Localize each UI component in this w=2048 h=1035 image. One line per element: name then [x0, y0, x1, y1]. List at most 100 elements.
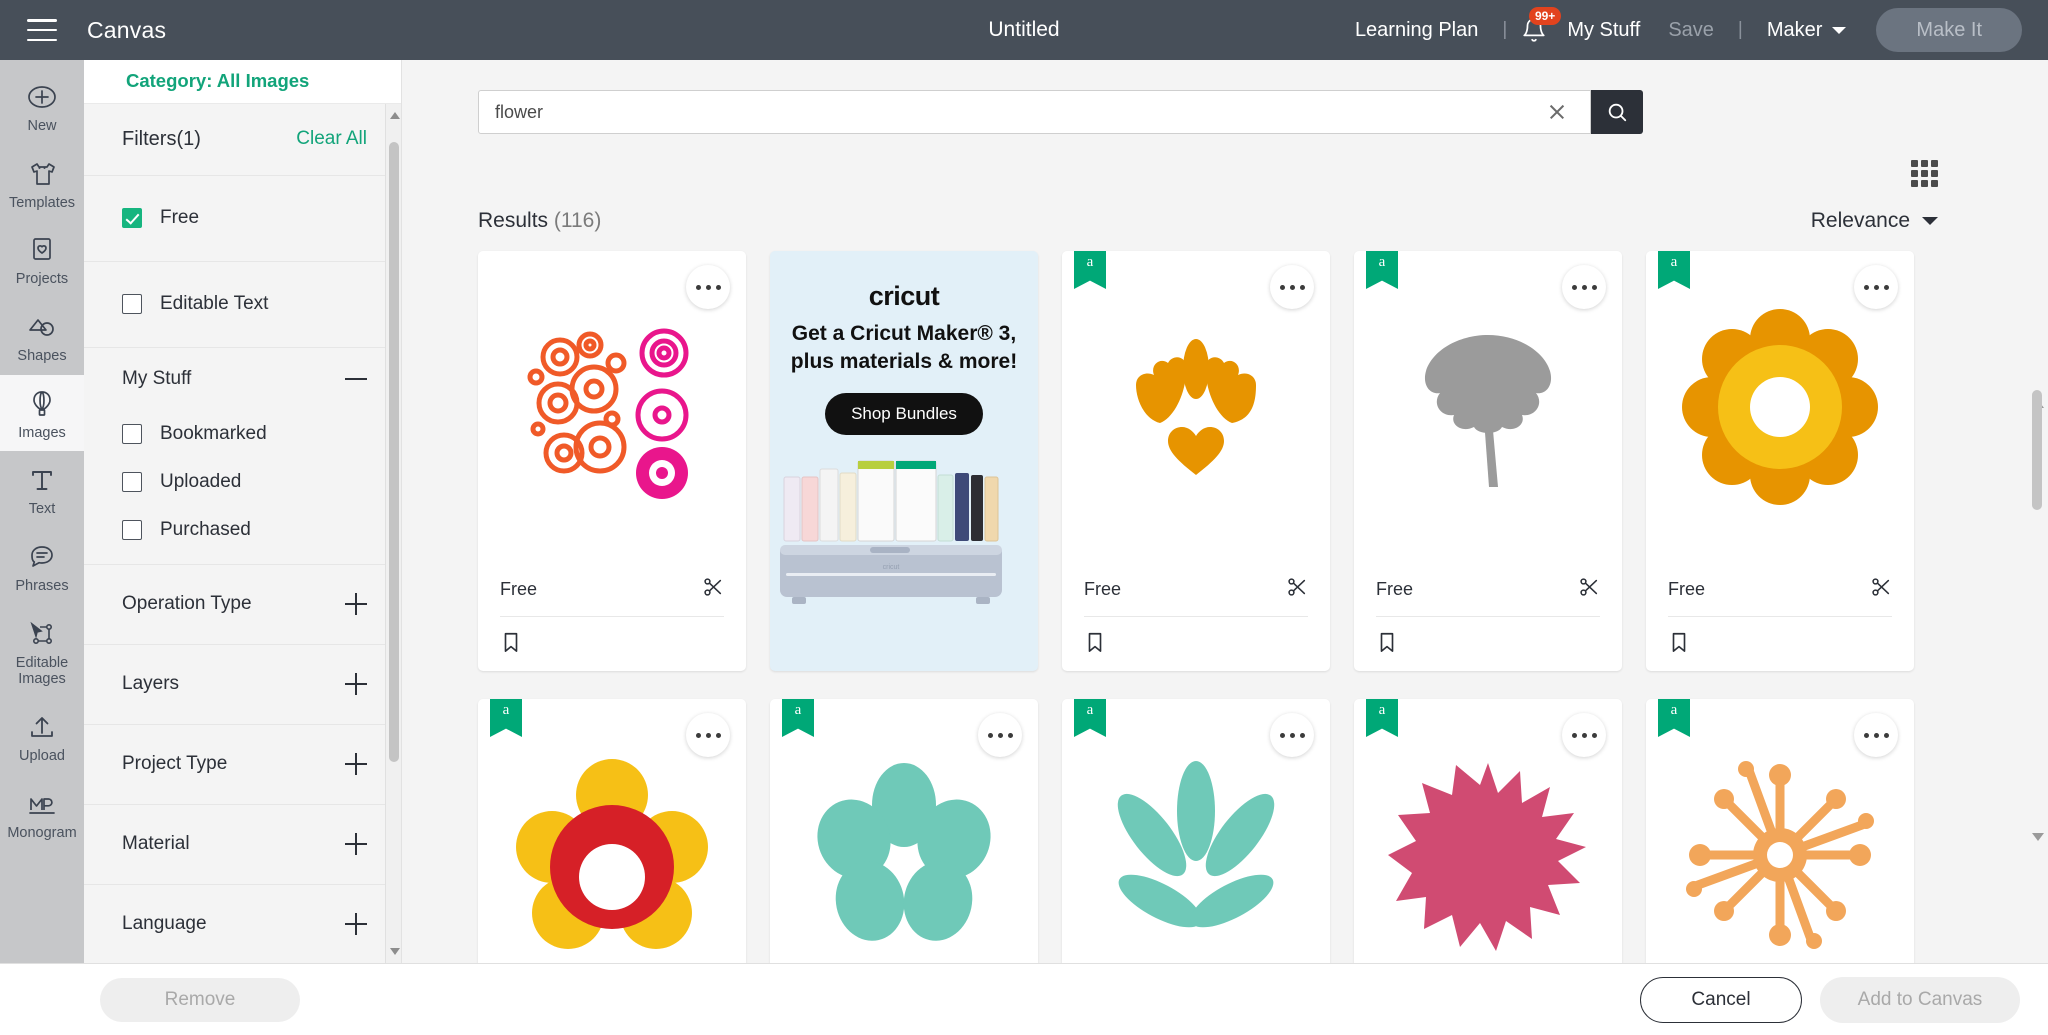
- bookmark-icon[interactable]: [1084, 630, 1106, 659]
- filter-section-operation-type[interactable]: Operation Type: [84, 564, 401, 645]
- minus-icon[interactable]: [345, 368, 367, 390]
- my-stuff-link[interactable]: My Stuff: [1553, 19, 1654, 42]
- filter-section-material[interactable]: Material: [84, 804, 401, 885]
- result-card[interactable]: a Free: [1354, 699, 1622, 963]
- cancel-button[interactable]: Cancel: [1640, 976, 1802, 1023]
- plus-icon[interactable]: [345, 913, 367, 936]
- checkbox-bookmarked[interactable]: [122, 423, 142, 444]
- card-image[interactable]: [478, 251, 746, 563]
- result-card[interactable]: a: [1062, 699, 1330, 963]
- sidebar-item-upload[interactable]: Upload: [0, 698, 84, 775]
- my-stuff-section-header[interactable]: My Stuff: [84, 348, 401, 410]
- filter-section-language[interactable]: Language: [84, 884, 401, 963]
- card-image[interactable]: a: [1646, 699, 1914, 963]
- checkbox-editable-text[interactable]: [122, 294, 142, 315]
- scroll-up-arrow-icon[interactable]: [390, 112, 400, 119]
- card-more-options-icon[interactable]: [1854, 265, 1898, 309]
- bookmark-icon[interactable]: [1376, 630, 1398, 659]
- card-image[interactable]: a: [1354, 251, 1622, 563]
- filter-section-project-type[interactable]: Project Type: [84, 724, 401, 805]
- make-it-button[interactable]: Make It: [1876, 8, 2022, 52]
- sidebar-item-projects[interactable]: Projects: [0, 221, 84, 298]
- card-more-options-icon[interactable]: [1562, 713, 1606, 757]
- sidebar-item-images[interactable]: Images: [0, 374, 84, 452]
- card-image[interactable]: a: [1062, 699, 1330, 963]
- card-image[interactable]: a: [770, 699, 1038, 963]
- card-more-options-icon[interactable]: [686, 713, 730, 757]
- shop-bundles-button[interactable]: Shop Bundles: [825, 392, 983, 435]
- teal-clover-art: [817, 763, 991, 941]
- grid-view-icon[interactable]: [1911, 160, 1938, 187]
- search-row: flower: [402, 90, 2048, 134]
- bookmark-icon[interactable]: [500, 630, 522, 659]
- card-price: Free: [1668, 579, 1706, 599]
- card-more-options-icon[interactable]: [1854, 713, 1898, 757]
- plus-icon[interactable]: [345, 673, 367, 696]
- results-scroll-down-arrow-icon[interactable]: [2032, 833, 2044, 841]
- result-card[interactable]: a: [478, 699, 746, 963]
- result-card[interactable]: a: [1646, 699, 1914, 963]
- sidebar-item-phrases[interactable]: Phrases: [0, 528, 84, 605]
- checkbox-uploaded[interactable]: [122, 471, 142, 492]
- filter-purchased[interactable]: Purchased: [84, 505, 401, 554]
- search-input[interactable]: flower: [478, 90, 1591, 134]
- category-label[interactable]: Category: All Images: [84, 60, 401, 104]
- add-to-canvas-button[interactable]: Add to Canvas: [1820, 976, 2020, 1023]
- card-more-options-icon[interactable]: [1270, 713, 1314, 757]
- result-card[interactable]: a: [1646, 251, 1914, 671]
- sort-dropdown[interactable]: Relevance: [1811, 209, 1938, 233]
- results-scrollbar-thumb[interactable]: [2032, 390, 2042, 510]
- card-more-options-icon[interactable]: [686, 265, 730, 309]
- scroll-down-arrow-icon[interactable]: [390, 948, 400, 955]
- sidebar-item-monogram[interactable]: Monogram: [0, 775, 84, 852]
- card-more-options-icon[interactable]: [1562, 265, 1606, 309]
- promo-ad-card[interactable]: cricut Get a Cricut Maker® 3, plus mater…: [770, 251, 1038, 671]
- app-header: Canvas Untitled Learning Plan | 99+ My S…: [0, 0, 2048, 60]
- save-button[interactable]: Save: [1654, 19, 1728, 42]
- clear-all-button[interactable]: Clear All: [296, 128, 367, 150]
- card-image[interactable]: a: [1062, 251, 1330, 563]
- plus-icon[interactable]: [345, 593, 367, 616]
- notifications-bell-icon[interactable]: 99+: [1517, 7, 1562, 47]
- search-button[interactable]: [1591, 90, 1643, 134]
- hamburger-icon[interactable]: [27, 19, 57, 41]
- filters-panel: Category: All Images Filters(1) Clear Al…: [84, 60, 402, 963]
- filter-section-layers[interactable]: Layers: [84, 644, 401, 725]
- chevron-down-icon: [1922, 217, 1938, 225]
- filters-scrollbar[interactable]: [385, 104, 401, 963]
- filter-free[interactable]: Free: [84, 175, 401, 262]
- filter-bookmarked[interactable]: Bookmarked: [84, 409, 401, 458]
- sidebar-item-editable-images[interactable]: Editable Images: [0, 605, 84, 698]
- machine-selector[interactable]: Maker: [1753, 19, 1861, 42]
- sort-label: Relevance: [1810, 209, 1910, 232]
- result-card[interactable]: Free: [478, 251, 746, 671]
- machine-label: Maker: [1766, 18, 1823, 41]
- card-image[interactable]: a: [1354, 699, 1622, 963]
- close-icon[interactable]: [1546, 101, 1568, 123]
- tulip-heart-art: [1136, 339, 1256, 475]
- plus-icon[interactable]: [345, 753, 367, 776]
- filters-scrollbar-thumb[interactable]: [389, 142, 399, 762]
- filter-uploaded[interactable]: Uploaded: [84, 457, 401, 506]
- result-card[interactable]: a: [770, 699, 1038, 963]
- sidebar-item-new[interactable]: New: [0, 68, 84, 145]
- checkbox-purchased[interactable]: [122, 519, 142, 540]
- filter-editable-text[interactable]: Editable Text: [84, 261, 401, 348]
- plus-icon[interactable]: [345, 833, 367, 856]
- access-tag: a: [1074, 699, 1106, 737]
- card-more-options-icon[interactable]: [1270, 265, 1314, 309]
- card-image[interactable]: a: [1646, 251, 1914, 563]
- result-card[interactable]: a: [1062, 251, 1330, 671]
- learning-plan-link[interactable]: Learning Plan: [1341, 19, 1492, 42]
- bookmark-icon[interactable]: [1668, 630, 1690, 659]
- card-more-options-icon[interactable]: [978, 713, 1022, 757]
- results-scrollbar[interactable]: [2032, 390, 2044, 957]
- card-image[interactable]: a: [478, 699, 746, 963]
- checkbox-free[interactable]: [122, 208, 142, 229]
- sidebar-item-templates[interactable]: Templates: [0, 145, 84, 222]
- result-card[interactable]: a Free: [1354, 251, 1622, 671]
- sidebar-item-text[interactable]: Text: [0, 451, 84, 528]
- sidebar-item-shapes[interactable]: Shapes: [0, 298, 84, 375]
- canvas-label[interactable]: Canvas: [87, 17, 166, 44]
- remove-button[interactable]: Remove: [100, 977, 300, 1022]
